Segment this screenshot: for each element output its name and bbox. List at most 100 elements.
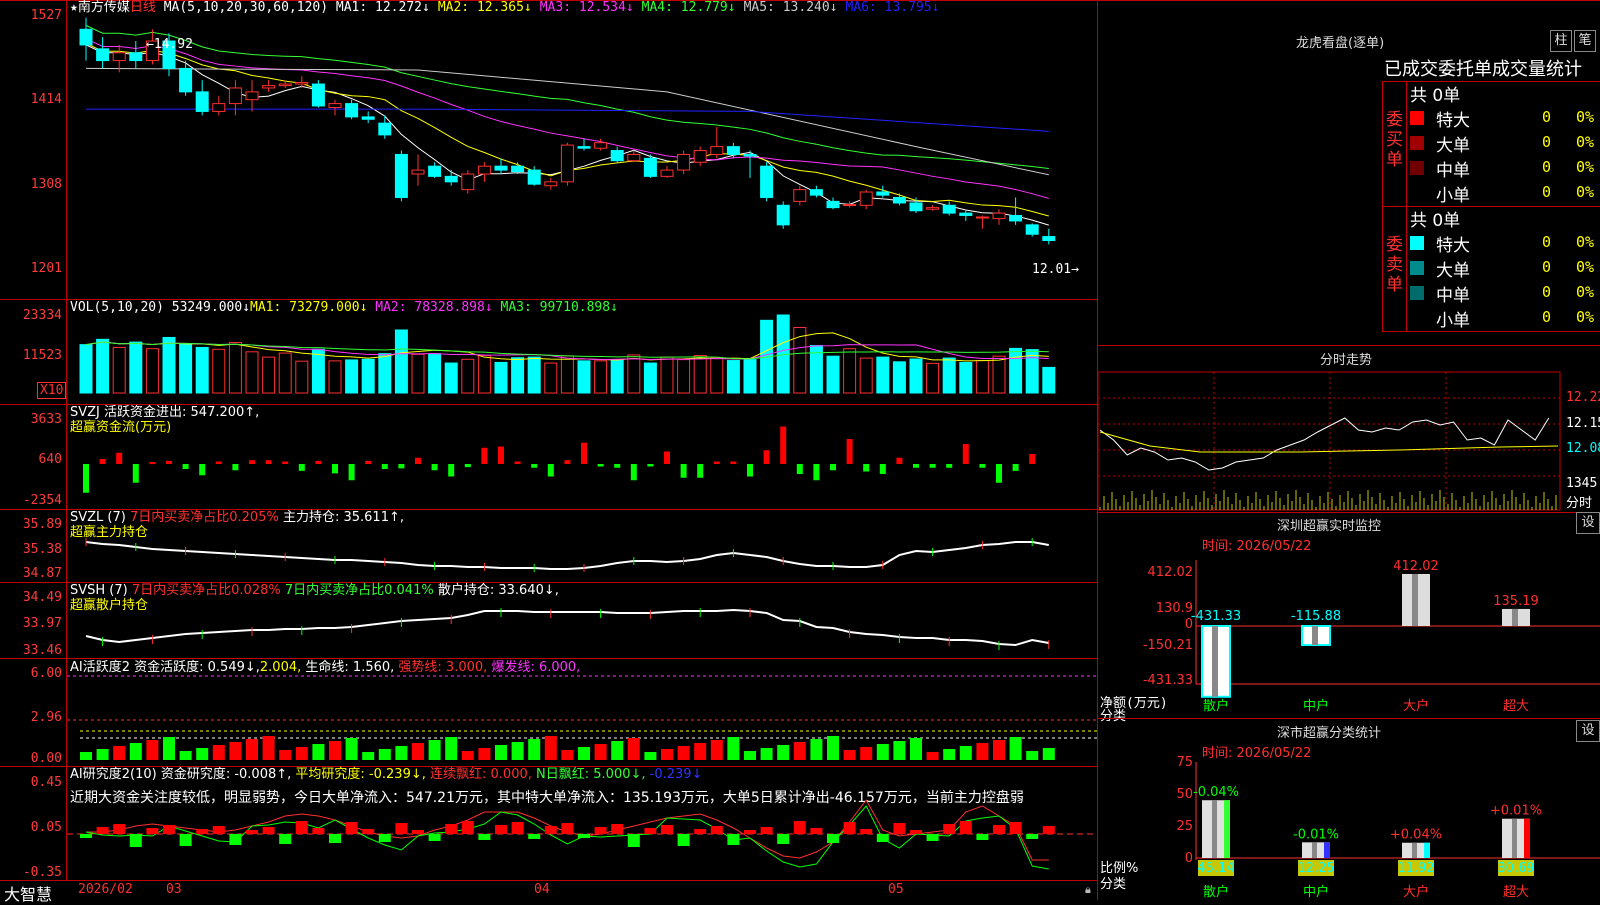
app-brand: 大智慧	[4, 885, 53, 904]
svzj-bar	[249, 460, 255, 464]
candle-body	[378, 122, 392, 136]
bar-mode-button[interactable]: 柱	[1550, 30, 1572, 52]
ai-act-bar	[793, 742, 806, 760]
candle-body	[677, 153, 691, 171]
ai-act-bar	[777, 745, 790, 760]
vol-bar	[577, 360, 591, 394]
vol-bar	[378, 353, 392, 394]
ai-act-bar	[943, 749, 956, 760]
vol-bar	[262, 356, 276, 394]
svzl-line	[85, 541, 1049, 570]
candle-body	[826, 200, 840, 209]
ai-res-bar	[661, 825, 673, 834]
classify-change-label: -0.01%	[1293, 827, 1339, 842]
intraday-vol-unit: 分时	[1566, 496, 1593, 511]
candle-body	[96, 48, 110, 62]
ai-res-bar	[461, 821, 474, 834]
ai-act-bar	[976, 743, 989, 760]
ai-act-bar	[395, 746, 408, 760]
ai-res-bar	[113, 824, 126, 834]
xaxis-label-2: 03	[166, 882, 182, 897]
svsh-line1: SVSH (7) 7日内买卖净占比0.028% 7日内买卖净占比0.041% 散…	[70, 583, 559, 598]
candle-body	[577, 146, 591, 149]
intraday-tick-1: 12.22	[1566, 390, 1600, 405]
svzj-bar	[99, 459, 106, 464]
classify-bar-edge	[1224, 800, 1230, 858]
candle-body	[527, 169, 541, 185]
vol-bar	[843, 348, 857, 394]
ai-act-tick-1: 6.00	[30, 666, 62, 681]
svzj-bar	[664, 451, 670, 464]
order-size-label: 小单	[1436, 186, 1470, 206]
vol-bar	[942, 357, 956, 394]
high-mark: ←14.92	[146, 37, 193, 52]
candle-body	[195, 91, 209, 112]
candle-body	[560, 144, 574, 183]
ai-act-bar	[1026, 751, 1039, 760]
monitor-xlabel: 分类	[1100, 709, 1127, 724]
vol-bar	[345, 359, 359, 394]
vol-header: VOL(5,10,20) 53249.000↓MA1: 73279.000↓ M…	[70, 300, 618, 316]
vol-bar	[743, 359, 757, 394]
svzj-bar	[913, 464, 919, 468]
ai-act-tick-3: 0.00	[30, 751, 62, 766]
candle-body	[892, 196, 906, 204]
xaxis-label-1: 2026/02	[78, 882, 133, 897]
svzj-bar	[199, 464, 206, 476]
ai-res-bar	[495, 825, 507, 834]
ai-res-bar	[378, 834, 391, 842]
ai-act-bar	[129, 743, 142, 760]
ai-res-bar	[710, 826, 723, 834]
svzj-bar	[166, 460, 172, 464]
vol-bar	[975, 360, 989, 394]
ai-res-bar	[810, 828, 823, 834]
ai-res-bar	[860, 829, 873, 834]
svsh-tick-1: 34.49	[22, 590, 62, 605]
ai-res-bar	[910, 830, 922, 834]
ai-res-bar	[959, 821, 972, 834]
order-size-label: 中单	[1436, 161, 1470, 181]
ai-res-bar	[1026, 834, 1039, 839]
candle-body	[444, 175, 458, 183]
ai-act-bar	[461, 751, 474, 760]
legend-swatch	[1410, 261, 1424, 275]
svzl-tick-3: 34.87	[22, 566, 62, 581]
ai-res-bar	[262, 827, 275, 834]
ai-res-bar	[1042, 826, 1055, 834]
ai-act-bar	[893, 741, 906, 760]
candle-body	[394, 153, 408, 198]
svzj-bar	[962, 444, 969, 464]
tick-mode-button[interactable]: 笔	[1574, 30, 1596, 52]
svzj-bar	[713, 461, 720, 464]
candle-body	[660, 169, 674, 177]
price-tick-3: 1308	[30, 177, 62, 192]
ai-res-bar	[428, 834, 441, 841]
star-icon[interactable]: ★	[70, 0, 78, 15]
svzj-bar	[896, 457, 903, 464]
period-label[interactable]: 日线	[130, 0, 156, 15]
ma-legend-6: MA6: 13.795↓	[845, 0, 940, 15]
monitor-value-label: -431.33	[1191, 609, 1241, 624]
vol-bar	[544, 362, 558, 394]
svzj-bar	[1029, 454, 1036, 464]
vol-unit: X10	[37, 382, 67, 399]
vol-bar	[1009, 347, 1023, 394]
intraday-frame	[1097, 371, 1561, 511]
svzl-line2: 超赢主力持仓	[70, 525, 149, 540]
monitor-bar-shade	[1412, 574, 1418, 626]
ai-res-bar	[544, 826, 557, 834]
vol-tick-2: 11523	[22, 348, 62, 363]
ai-res-bar	[777, 834, 790, 844]
ai-act-bar	[428, 740, 441, 760]
ai-res-bar	[1009, 822, 1022, 834]
classify-settings-button[interactable]: 设	[1576, 720, 1600, 742]
ai-res-bar	[246, 830, 258, 834]
candle-body	[311, 83, 325, 107]
lock-icon[interactable]: 🔒︎	[1085, 883, 1091, 897]
monitor-settings-button[interactable]: 设	[1576, 512, 1600, 534]
classify-value-label: 12.25	[1297, 861, 1334, 876]
candle-body	[1042, 236, 1056, 241]
vol-bar	[311, 348, 325, 394]
ai-act-bar	[993, 740, 1005, 760]
svzj-bar	[564, 460, 571, 464]
